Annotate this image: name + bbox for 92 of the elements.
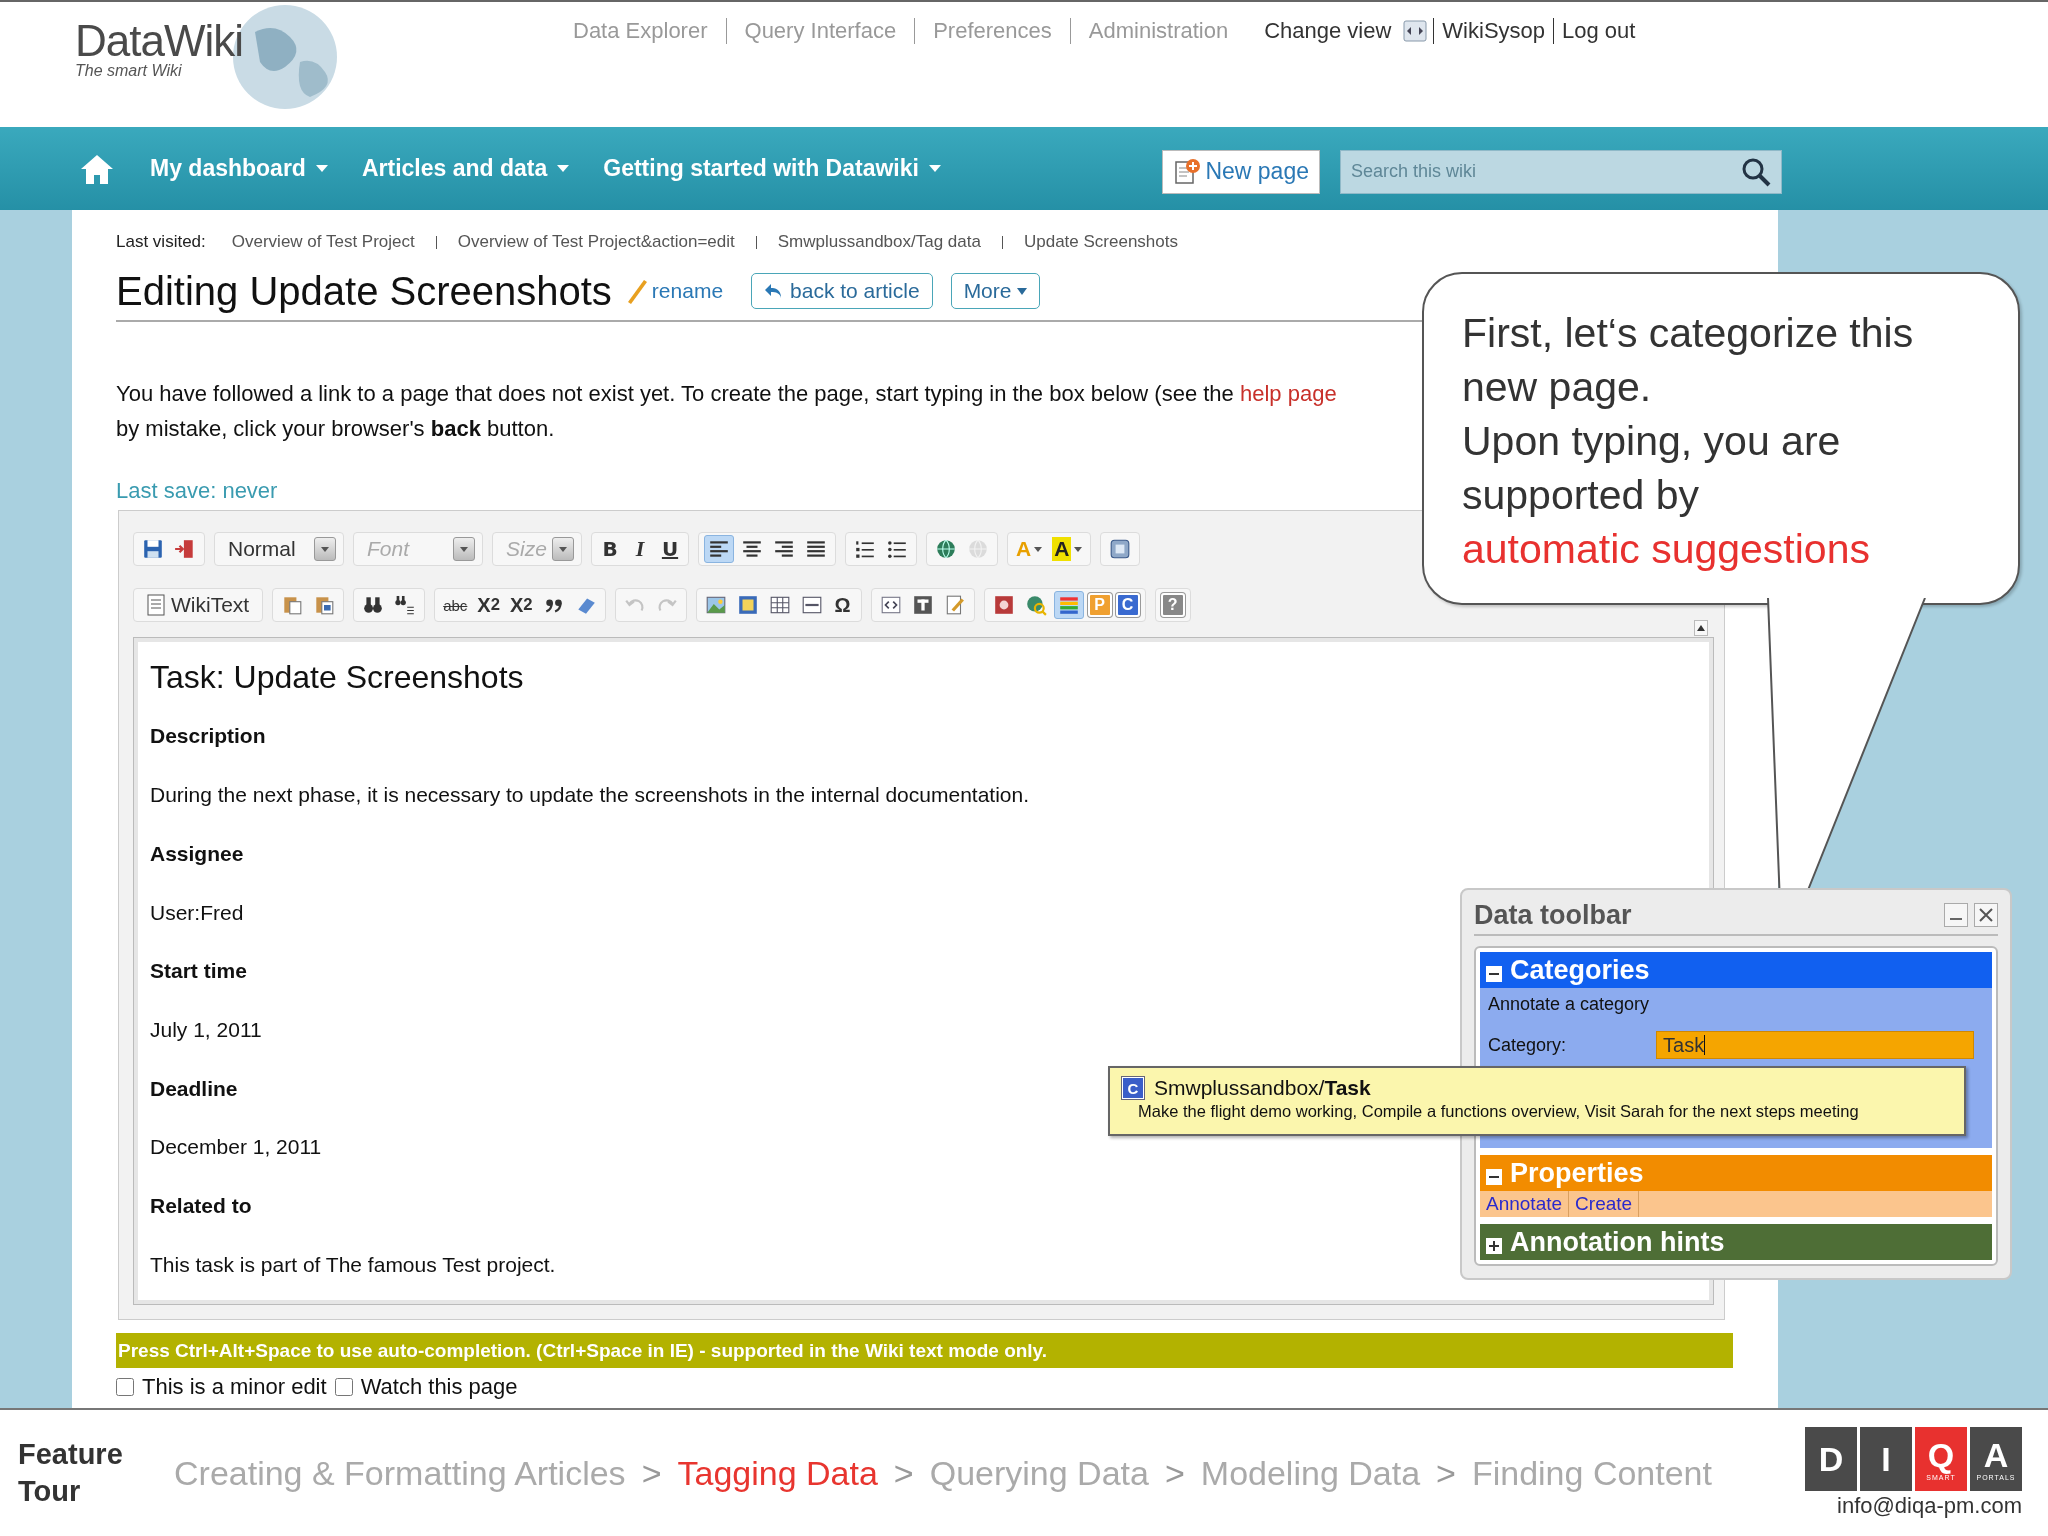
- section-header[interactable]: Categories: [1480, 952, 1992, 988]
- breadcrumb-link[interactable]: Overview of Test Project: [231, 232, 415, 252]
- breadcrumb-link[interactable]: Overview of Test Project&action=edit: [457, 232, 735, 252]
- dropdown[interactable]: Normal: [220, 534, 338, 565]
- change-view-link[interactable]: Change view: [1256, 18, 1400, 44]
- separator-text: >: [893, 1453, 914, 1493]
- scroll-up-icon[interactable]: [1694, 620, 1708, 637]
- field-label: Start time: [150, 958, 247, 985]
- close-button[interactable]: [1974, 903, 1998, 927]
- color-bars-icon[interactable]: [1053, 591, 1084, 620]
- document-icon: [147, 594, 165, 617]
- toolbar-button[interactable]: ?: [1160, 593, 1185, 618]
- caret-icon: [557, 165, 570, 172]
- field-label: Related to: [150, 1192, 252, 1219]
- callout-text: First, let‘s categorize this new page. Upon typing, you are supported by automatic suggestions: [1462, 309, 1915, 574]
- format-button[interactable]: Ω: [829, 591, 856, 620]
- pencil-icon: [625, 278, 648, 304]
- editor-heading: Task: Update Screenshots: [150, 658, 524, 698]
- new-page-button[interactable]: New page: [1162, 149, 1320, 194]
- field-label: Deadline: [150, 1075, 238, 1102]
- checkbox-label: This is a minor edit: [142, 1374, 327, 1400]
- format-button[interactable]: abc: [440, 591, 471, 620]
- color-button[interactable]: A: [1049, 535, 1086, 564]
- field-value: December 1, 2011: [150, 1134, 322, 1161]
- menu-button[interactable]: My dashboard: [150, 155, 328, 182]
- feature-tour-title: Feature Tour: [18, 1437, 124, 1509]
- checkbox-label: Watch this page: [360, 1374, 518, 1400]
- action-link[interactable]: Annotate: [1480, 1191, 1570, 1217]
- format-button[interactable]: B: [597, 535, 623, 564]
- field-label: Category:: [1488, 1034, 1567, 1056]
- logout-link[interactable]: Log out: [1553, 18, 1644, 44]
- rename-link[interactable]: rename: [651, 279, 724, 303]
- format-button[interactable]: I: [627, 535, 653, 564]
- logo-title: DataWiki: [75, 16, 245, 65]
- hint-text: Annotate a category: [1488, 994, 1651, 1015]
- hint-bar: Press Ctrl+Alt+Space to use auto-completion. (Ctrl+Space in IE) - supported in the Wiki text mode only.: [116, 1333, 1733, 1368]
- suggestion-popup[interactable]: C Smwplussandbox/Task Make the flight demo working, Compile a functions overview, Visit Sarah for the next steps meeting: [1108, 1066, 1966, 1136]
- logo-letter: A: [1983, 1436, 2009, 1474]
- suggestion-title: Smwplussandbox/Task: [1154, 1076, 1371, 1100]
- caret-icon: [1017, 287, 1028, 295]
- field-label: Assignee: [150, 840, 244, 867]
- back-button[interactable]: back to article: [751, 273, 933, 309]
- user-link[interactable]: WikiSysop: [1433, 18, 1554, 44]
- wikitext-button[interactable]: WikiText: [139, 591, 258, 620]
- close-icon[interactable]: [1979, 908, 1993, 922]
- separator-text: >: [641, 1453, 662, 1493]
- field-value: This task is part of The famous Test project.: [150, 1251, 556, 1278]
- minimize-button[interactable]: [1944, 903, 1968, 927]
- field-value: During the next phase, it is necessary to update the screenshots in the internal documentation.: [150, 782, 1030, 809]
- new-page-icon: [1173, 157, 1202, 186]
- category-badge: C: [1122, 1077, 1144, 1099]
- menu-button[interactable]: Getting started with Datawiki: [603, 155, 941, 182]
- logo-letter: Q: [1927, 1436, 1955, 1474]
- field-value: User:Fred: [150, 899, 244, 926]
- help-link[interactable]: help page: [1239, 381, 1337, 406]
- caret-icon: [460, 546, 468, 552]
- caret-icon: [559, 546, 567, 552]
- home-icon[interactable]: [80, 152, 114, 185]
- email-text: info@diqa-pm.com: [1837, 1493, 2022, 1519]
- align-left-icon[interactable]: [704, 535, 734, 564]
- breadcrumb-link[interactable]: Update Screenshots: [1023, 232, 1178, 252]
- category-field[interactable]: Task: [1656, 1031, 1975, 1059]
- breadcrumb-label: Last visited:: [116, 232, 206, 252]
- checkbox[interactable]: [116, 1378, 134, 1396]
- search-field[interactable]: Search this wiki: [1340, 149, 1782, 194]
- collapse-icon[interactable]: [1486, 966, 1502, 982]
- breadcrumb-link[interactable]: Smwplussandbox/Tag data: [777, 232, 981, 252]
- last-save-text: Last save: never: [116, 477, 278, 505]
- logo-letter: I: [1881, 1440, 1891, 1478]
- panel-title: Data toolbar: [1474, 899, 1632, 931]
- page-title: Editing Update Screenshots: [116, 268, 612, 314]
- caret-icon: [928, 165, 941, 172]
- action-link[interactable]: Create: [1569, 1191, 1640, 1217]
- suggestion-description: Make the flight demo working, Compile a functions overview, Visit Sarah for the next steps meeting: [1138, 1102, 1860, 1121]
- toolbar-button[interactable]: C: [1115, 593, 1140, 618]
- menu-button[interactable]: Articles and data: [361, 155, 570, 182]
- field-label: Description: [150, 723, 266, 750]
- collapse-icon[interactable]: [1486, 1169, 1502, 1185]
- section-header[interactable]: Annotation hints: [1480, 1224, 1992, 1260]
- checkbox[interactable]: [334, 1378, 353, 1396]
- format-button[interactable]: U: [657, 535, 683, 564]
- more-button[interactable]: More: [950, 273, 1041, 309]
- tour-step-link[interactable]: Tagging Data: [677, 1453, 878, 1493]
- separator-text: >: [1436, 1453, 1456, 1493]
- logo-tagline: The smart Wiki: [75, 62, 183, 80]
- view-switch-icon[interactable]: [1403, 20, 1428, 42]
- field-value: July 1, 2011: [150, 1016, 262, 1043]
- caret-icon: [321, 546, 329, 552]
- caret-icon: [315, 165, 328, 172]
- expand-icon[interactable]: [1486, 1238, 1502, 1254]
- separator-text: >: [1164, 1453, 1185, 1493]
- logo-letter: D: [1818, 1440, 1844, 1478]
